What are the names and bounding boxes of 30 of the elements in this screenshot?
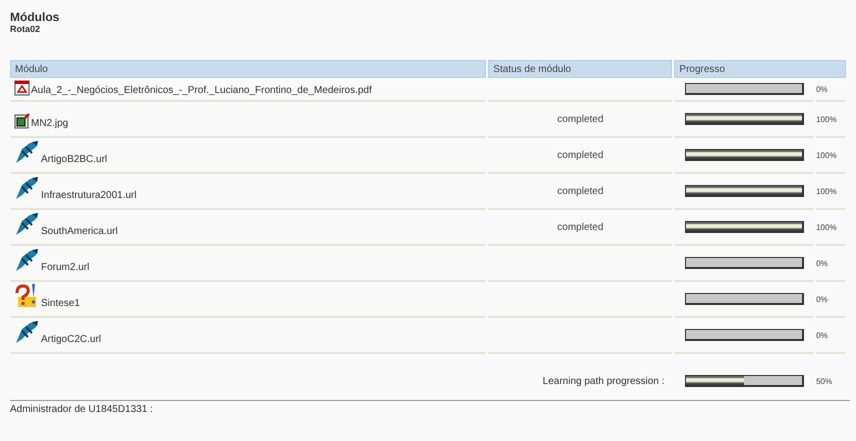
progress-percent: 100% bbox=[816, 150, 837, 160]
module-name[interactable]: Sintese1 bbox=[40, 298, 80, 309]
progress-percent: 100% bbox=[816, 186, 837, 196]
progress-percent: 100% bbox=[816, 222, 837, 232]
path-name: Rota02 bbox=[10, 24, 42, 34]
module-status: completed bbox=[557, 222, 604, 232]
module-name[interactable]: Infraestrutura2001.url bbox=[40, 190, 137, 201]
progress-percent: 0% bbox=[816, 258, 828, 268]
total-percent: 50% bbox=[816, 376, 832, 386]
module-name[interactable]: Forum2.url bbox=[40, 262, 90, 273]
column-header: Status de módulo bbox=[488, 60, 672, 78]
module-status: completed bbox=[557, 186, 604, 196]
progress-percent: 0% bbox=[816, 294, 828, 304]
column-header: Progresso bbox=[674, 60, 846, 78]
module-status: completed bbox=[557, 114, 604, 124]
pdf-file-icon bbox=[14, 80, 30, 96]
module-name[interactable]: Aula_2_-_Negócios_Eletrônicos_-_Prof._Luciano_Frontino_de_Medeiros.pdf bbox=[30, 84, 372, 96]
footer-text: Administrador de U1845D1331 : bbox=[10, 404, 153, 415]
module-name[interactable]: SouthAmerica.url bbox=[40, 226, 118, 237]
module-name[interactable]: MN2.jpg bbox=[30, 118, 68, 129]
module-status: completed bbox=[557, 150, 604, 160]
module-name[interactable]: ArtigoB2BC.url bbox=[40, 154, 108, 165]
total-label: Learning path progression : bbox=[542, 376, 664, 386]
progress-percent: 100% bbox=[816, 114, 837, 124]
image-file-icon bbox=[14, 113, 30, 129]
progress-percent: 0% bbox=[816, 330, 828, 340]
progress-percent: 0% bbox=[816, 84, 828, 94]
page-heading: Módulos bbox=[10, 10, 60, 24]
column-header: Módulo bbox=[10, 60, 486, 78]
module-name[interactable]: ArtigoC2C.url bbox=[40, 334, 102, 345]
